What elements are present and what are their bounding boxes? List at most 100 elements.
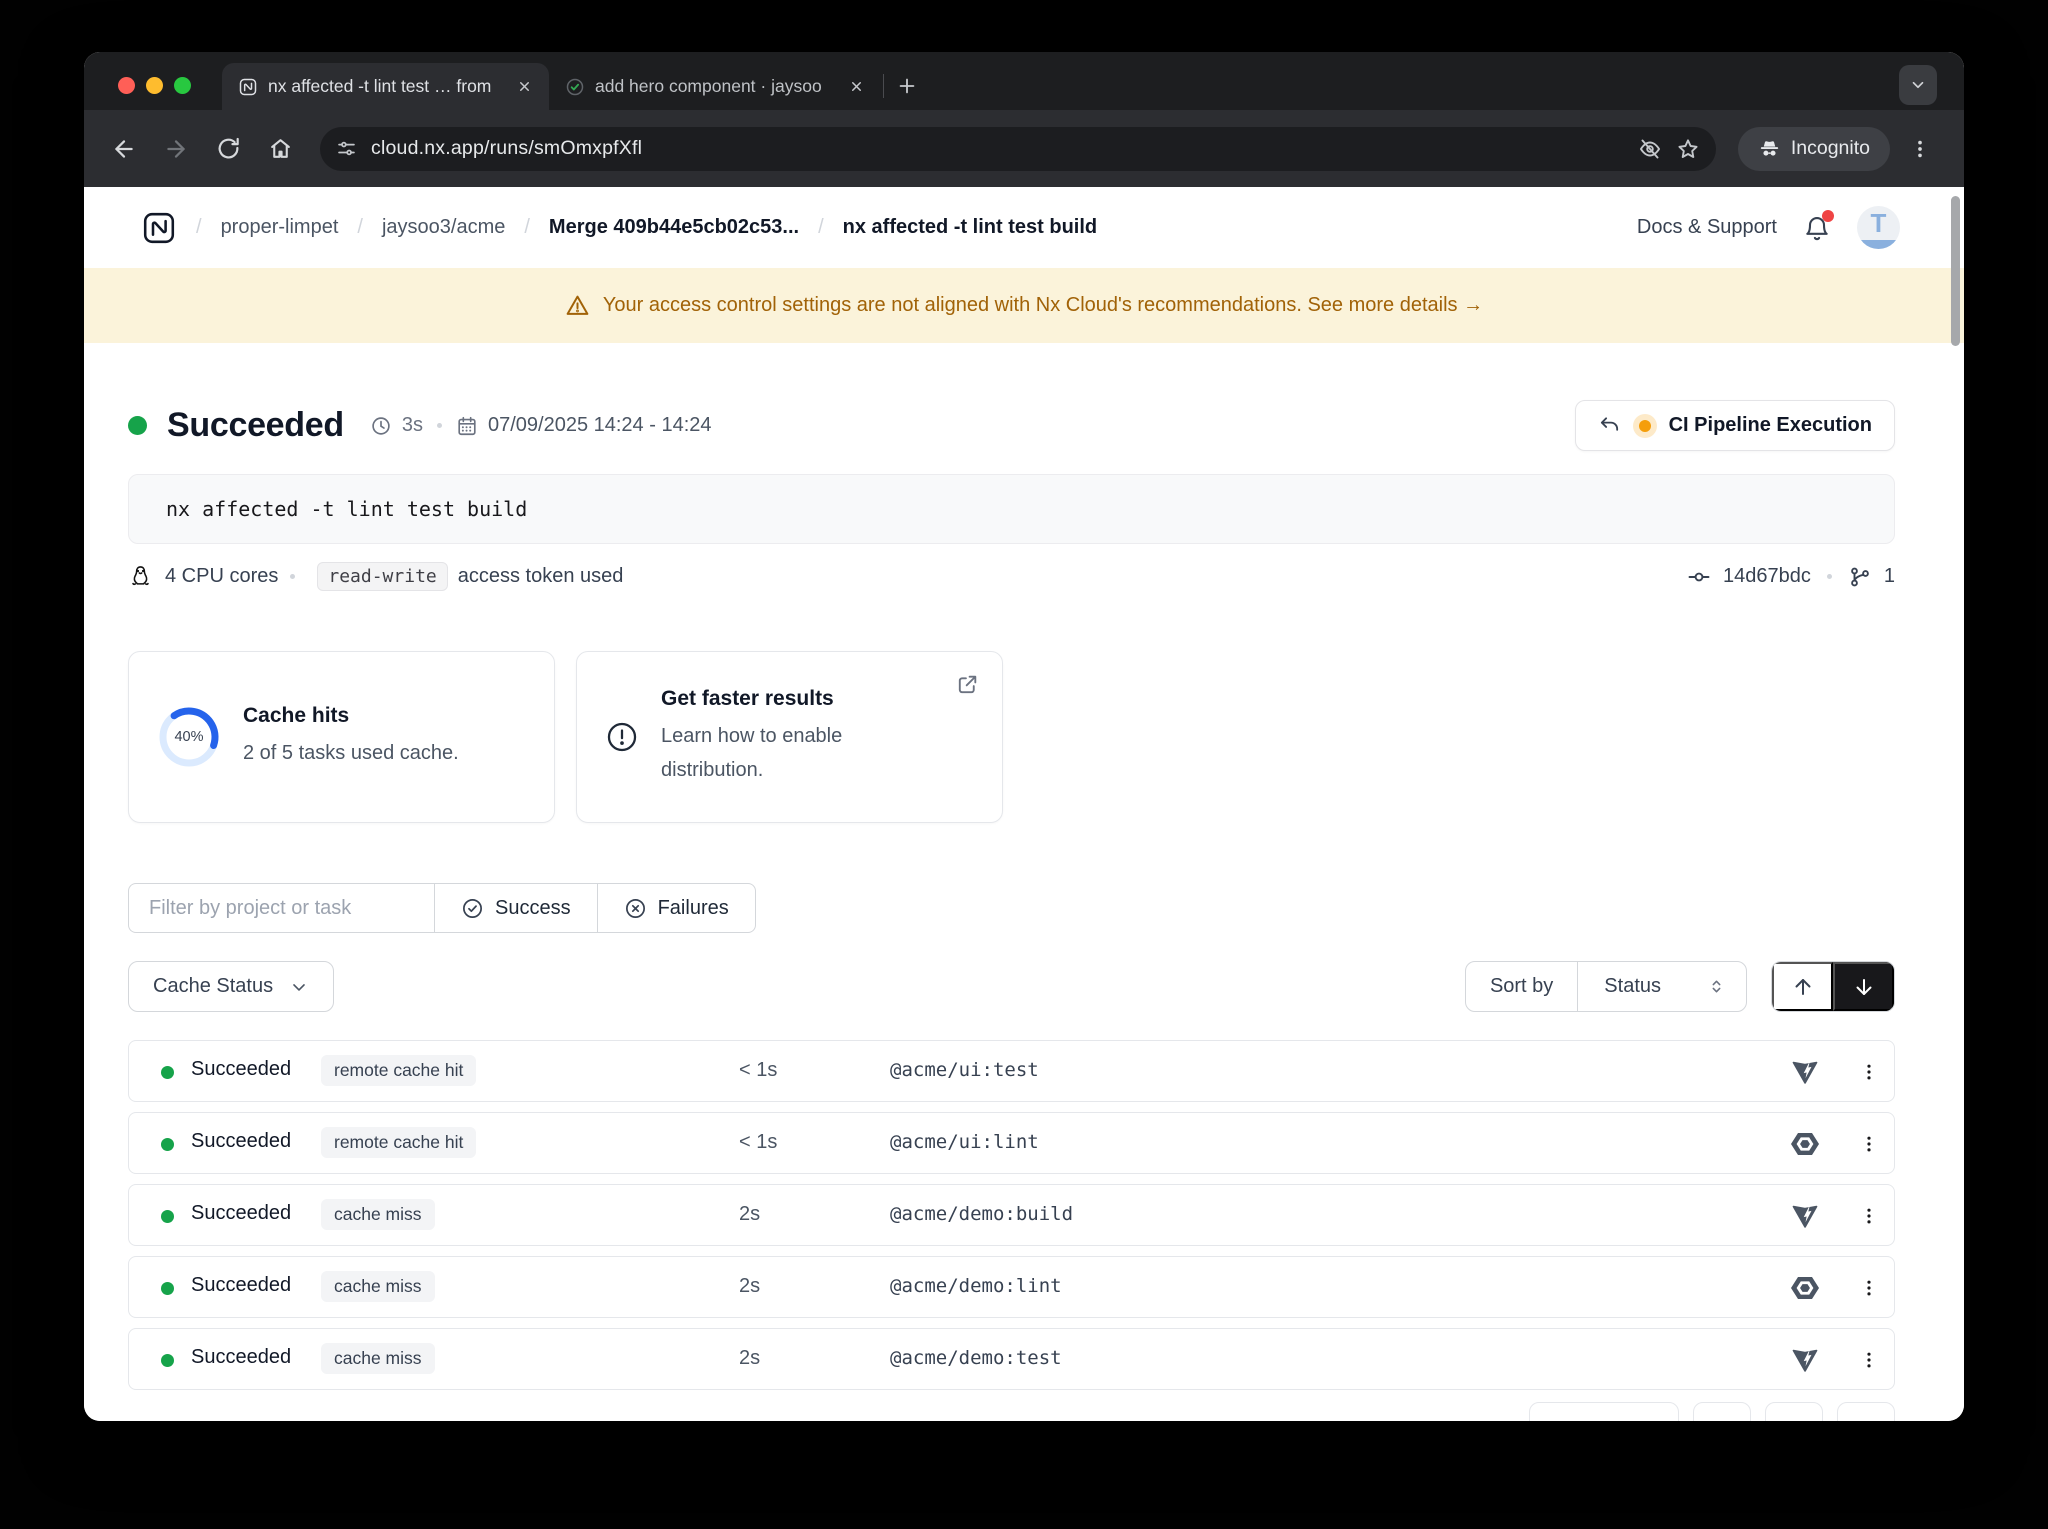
task-row[interactable]: Succeeded cache miss 2s @acme/demo:build (128, 1184, 1895, 1246)
external-link-icon[interactable] (955, 672, 980, 697)
browser-window: nx affected -t lint test … from add hero… (84, 52, 1964, 1421)
row-menu-button[interactable] (1851, 1126, 1887, 1162)
scrollbar-thumb[interactable] (1951, 196, 1960, 346)
sort-value: Status (1604, 975, 1661, 998)
task-row[interactable]: Succeeded remote cache hit < 1s @acme/ui… (128, 1112, 1895, 1174)
bookmark-star-icon[interactable] (1676, 137, 1700, 161)
task-duration: 2s (739, 1347, 760, 1370)
cache-card-title: Cache hits (243, 704, 459, 728)
eye-off-icon[interactable] (1638, 137, 1662, 161)
pagination-button[interactable] (1529, 1402, 1679, 1421)
chevron-down-icon (289, 977, 309, 997)
status-dot (128, 416, 147, 435)
task-name: @acme/demo:lint (890, 1275, 1062, 1297)
breadcrumb-workspace[interactable]: proper-limpet (221, 216, 339, 239)
browser-tab-active[interactable]: nx affected -t lint test … from (222, 63, 549, 110)
breadcrumb-separator: / (524, 216, 530, 239)
filter-input[interactable] (128, 883, 434, 933)
task-row[interactable]: Succeeded cache miss 2s @acme/demo:test (128, 1328, 1895, 1390)
breadcrumb-run[interactable]: nx affected -t lint test build (843, 216, 1097, 239)
notifications-button[interactable] (1803, 214, 1831, 242)
run-command: nx affected -t lint test build (128, 474, 1895, 544)
task-name: @acme/demo:build (890, 1203, 1073, 1225)
framework-icon (1791, 1274, 1819, 1302)
close-tab-icon[interactable] (513, 76, 535, 98)
task-duration: 2s (739, 1203, 760, 1226)
task-duration: 2s (739, 1275, 760, 1298)
forward-button[interactable] (154, 127, 198, 171)
incognito-badge[interactable]: Incognito (1738, 127, 1890, 171)
row-menu-button[interactable] (1851, 1270, 1887, 1306)
breadcrumb-separator: / (818, 216, 824, 239)
cache-badge: cache miss (321, 1343, 435, 1374)
dot-separator (1827, 574, 1832, 579)
task-name: @acme/ui:lint (890, 1131, 1039, 1153)
row-menu-button[interactable] (1851, 1198, 1887, 1234)
run-duration: 3s (402, 414, 423, 437)
new-tab-button[interactable] (890, 69, 924, 103)
sort-by-label: Sort by (1466, 962, 1578, 1011)
url-text: cloud.nx.app/runs/smOmxpfXfl (371, 137, 1624, 160)
sort-ascending-button[interactable] (1772, 962, 1833, 1011)
pagination-button[interactable] (1693, 1402, 1751, 1421)
filter-success-button[interactable]: Success (434, 883, 597, 933)
get-faster-results-card[interactable]: Get faster results Learn how to enable d… (576, 651, 1003, 823)
maximize-window-button[interactable] (174, 77, 191, 94)
cache-badge: cache miss (321, 1199, 435, 1230)
task-row[interactable]: Succeeded cache miss 2s @acme/demo:lint (128, 1256, 1895, 1318)
row-menu-button[interactable] (1851, 1342, 1887, 1378)
access-token-badge: read-write (317, 562, 447, 591)
tab-title: nx affected -t lint test … from (268, 76, 503, 97)
task-list: Succeeded remote cache hit < 1s @acme/ui… (128, 1040, 1895, 1390)
status-dot (161, 1138, 174, 1151)
reload-button[interactable] (206, 127, 250, 171)
filter-failures-button[interactable]: Failures (597, 883, 756, 933)
pagination-button[interactable] (1837, 1402, 1895, 1421)
undo-arrow-icon (1598, 414, 1621, 437)
task-row[interactable]: Succeeded remote cache hit < 1s @acme/ui… (128, 1040, 1895, 1102)
task-status: Succeeded (191, 1058, 291, 1081)
warning-triangle-icon (565, 293, 590, 318)
tab-search-button[interactable] (1899, 65, 1937, 105)
framework-icon (1791, 1346, 1819, 1374)
browser-tab-inactive[interactable]: add hero component · jaysoo (549, 63, 881, 110)
browser-menu-button[interactable] (1898, 127, 1942, 171)
tab-strip: nx affected -t lint test … from add hero… (84, 52, 1964, 110)
incognito-label: Incognito (1791, 137, 1870, 160)
status-dot (161, 1066, 174, 1079)
docs-support-link[interactable]: Docs & Support (1637, 216, 1777, 239)
nx-logo-icon (238, 77, 258, 97)
notification-dot (1822, 210, 1834, 222)
filter-failures-label: Failures (658, 897, 729, 920)
sort-descending-button[interactable] (1833, 962, 1894, 1011)
site-settings-icon[interactable] (336, 138, 357, 159)
commit-hash[interactable]: 14d67bdc (1723, 565, 1811, 588)
filter-success-label: Success (495, 897, 571, 920)
nx-logo-icon[interactable] (141, 210, 177, 246)
avatar[interactable]: T (1857, 206, 1900, 249)
cache-card-subtitle: 2 of 5 tasks used cache. (243, 736, 459, 770)
home-button[interactable] (258, 127, 302, 171)
select-chevrons-icon (1707, 977, 1726, 996)
url-bar[interactable]: cloud.nx.app/runs/smOmxpfXfl (320, 127, 1716, 171)
task-status: Succeeded (191, 1202, 291, 1225)
sort-select[interactable]: Status (1578, 962, 1746, 1011)
close-tab-icon[interactable] (845, 76, 867, 98)
back-button[interactable] (102, 127, 146, 171)
close-window-button[interactable] (118, 77, 135, 94)
pagination-button[interactable] (1765, 1402, 1823, 1421)
cache-status-dropdown[interactable]: Cache Status (128, 961, 334, 1012)
status-dot (161, 1354, 174, 1367)
breadcrumb-separator: / (196, 216, 202, 239)
ci-pipeline-execution-button[interactable]: CI Pipeline Execution (1575, 400, 1895, 451)
breadcrumb-pipeline[interactable]: Merge 409b44e5cb02c53... (549, 216, 799, 239)
breadcrumb: / proper-limpet / jaysoo3/acme / Merge 4… (141, 210, 1097, 246)
warning-banner[interactable]: Your access control settings are not ali… (84, 268, 1964, 343)
task-duration: < 1s (739, 1131, 777, 1154)
app-header: / proper-limpet / jaysoo3/acme / Merge 4… (84, 187, 1964, 268)
breadcrumb-repo[interactable]: jaysoo3/acme (382, 216, 505, 239)
row-menu-button[interactable] (1851, 1054, 1887, 1090)
minimize-window-button[interactable] (146, 77, 163, 94)
warning-message[interactable]: Your access control settings are not ali… (603, 294, 1483, 317)
arrow-down-icon (1852, 975, 1876, 999)
